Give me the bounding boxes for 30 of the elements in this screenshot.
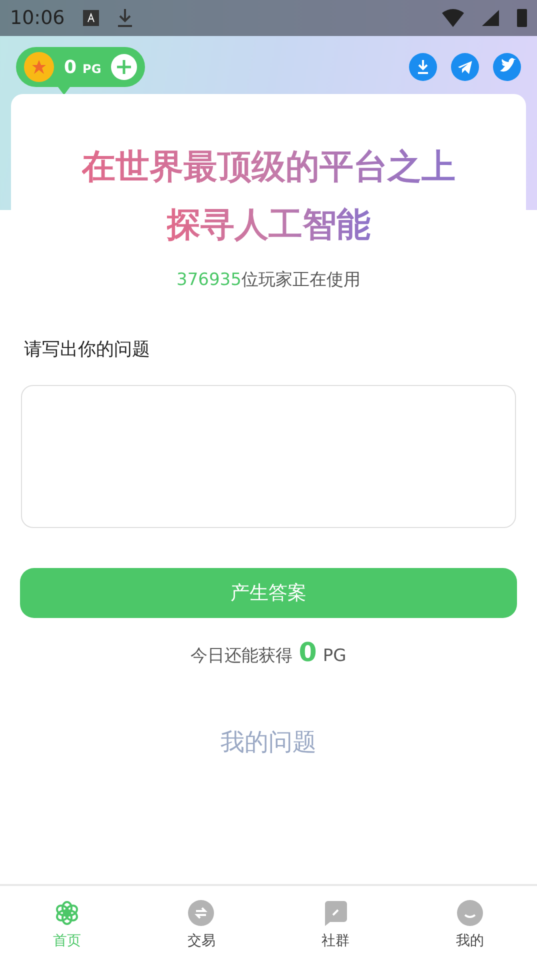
nav-tab[interactable]: 交易 [134,886,268,956]
nav-tab[interactable]: 首页 [0,886,134,956]
download-icon[interactable] [409,53,437,81]
daily-label: 今日还能获得 [190,645,293,667]
question-label: 请写出你的问题 [24,338,150,361]
daily-amount: 0 [298,638,317,668]
swap-icon [188,900,214,926]
generate-answer-button[interactable]: 产生答案 [20,568,517,618]
twitter-icon[interactable] [493,53,521,81]
balance-unit: PG [82,62,102,76]
nav-tab[interactable]: 社群 [268,886,403,956]
balance-amount: 0 [64,56,77,78]
balance-pill[interactable]: 0 PG [16,47,146,87]
battery-icon [517,9,527,27]
nav-tab[interactable]: 我的 [402,886,537,956]
add-icon[interactable] [111,54,138,80]
question-input[interactable] [21,385,516,528]
wifi-icon [442,9,464,27]
daily-unit: PG [322,646,346,666]
telegram-icon[interactable] [451,53,479,81]
edit-icon [324,900,348,926]
download-icon [116,9,133,27]
smile-icon [456,900,483,926]
my-questions-link[interactable]: 我的问题 [220,726,316,758]
star-coin-icon [24,52,54,82]
keyboard-icon [82,10,99,26]
knot-icon [54,900,80,926]
signal-icon [482,10,499,26]
status-time: 10:06 [10,7,65,29]
user-count-text: 376935位玩家正在使用 [176,269,360,291]
